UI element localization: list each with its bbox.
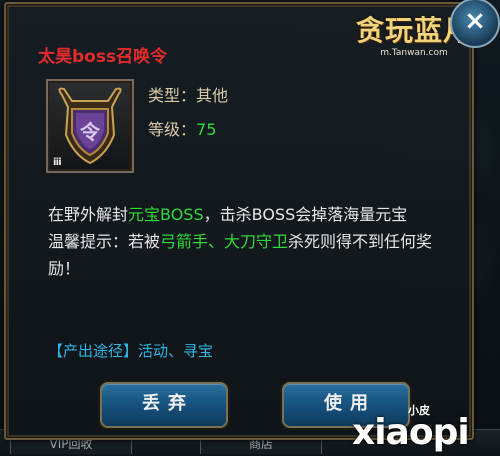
close-icon: × xyxy=(464,6,486,36)
site-watermark: 小皮 xiaopi xyxy=(352,398,500,456)
attr-level-row: 等级：75 xyxy=(148,116,216,140)
item-icon-frame: 令 ⅲ xyxy=(46,79,134,173)
description-paragraph: 在野外解封元宝BOSS，击杀BOSS会掉落海量元宝 xyxy=(48,201,463,228)
watermark-big-text: xiaopi xyxy=(352,412,470,453)
logo-site-text: m.Tanwan.com xyxy=(380,48,448,58)
attr-level-label: 等级： xyxy=(148,120,197,139)
description-highlight-boss: 元宝BOSS xyxy=(128,205,204,224)
item-source: 【产出途径】活动、寻宝 xyxy=(48,342,214,360)
item-title: 太昊boss召唤令 xyxy=(38,47,168,67)
close-button[interactable]: × xyxy=(450,0,500,48)
tip-highlight-guards: 弓箭手、大刀守卫 xyxy=(160,232,289,251)
item-description: 在野外解封元宝BOSS，击杀BOSS会掉落海量元宝 温馨提示：若被弓箭手、大刀守… xyxy=(48,201,463,282)
svg-text:令: 令 xyxy=(80,120,101,144)
attr-type-value: 其他 xyxy=(196,86,229,105)
item-lock-glyph: ⅲ xyxy=(53,157,62,168)
description-text-1: 在野外解封 xyxy=(48,205,129,224)
tip-text-1: 温馨提示：若被 xyxy=(48,232,161,251)
discard-button[interactable]: 丢弃 xyxy=(100,382,228,428)
attr-level-value: 75 xyxy=(196,120,217,139)
discard-button-label: 丢弃 xyxy=(142,393,194,414)
description-text-2: ，击杀BOSS会掉落海量元宝 xyxy=(203,205,408,224)
attr-type-row: 类型：其他 xyxy=(148,82,228,106)
tip-paragraph: 温馨提示：若被弓箭手、大刀守卫杀死则得不到任何奖励！ xyxy=(48,228,463,282)
item-tooltip-dialog: 太昊boss召唤令 令 ⅲ 类型：其他 等级：75 在野外解封元宝BOSS，击杀… xyxy=(4,2,474,440)
purple-shield-token-icon: 令 xyxy=(58,87,122,165)
attr-type-label: 类型： xyxy=(148,86,197,105)
